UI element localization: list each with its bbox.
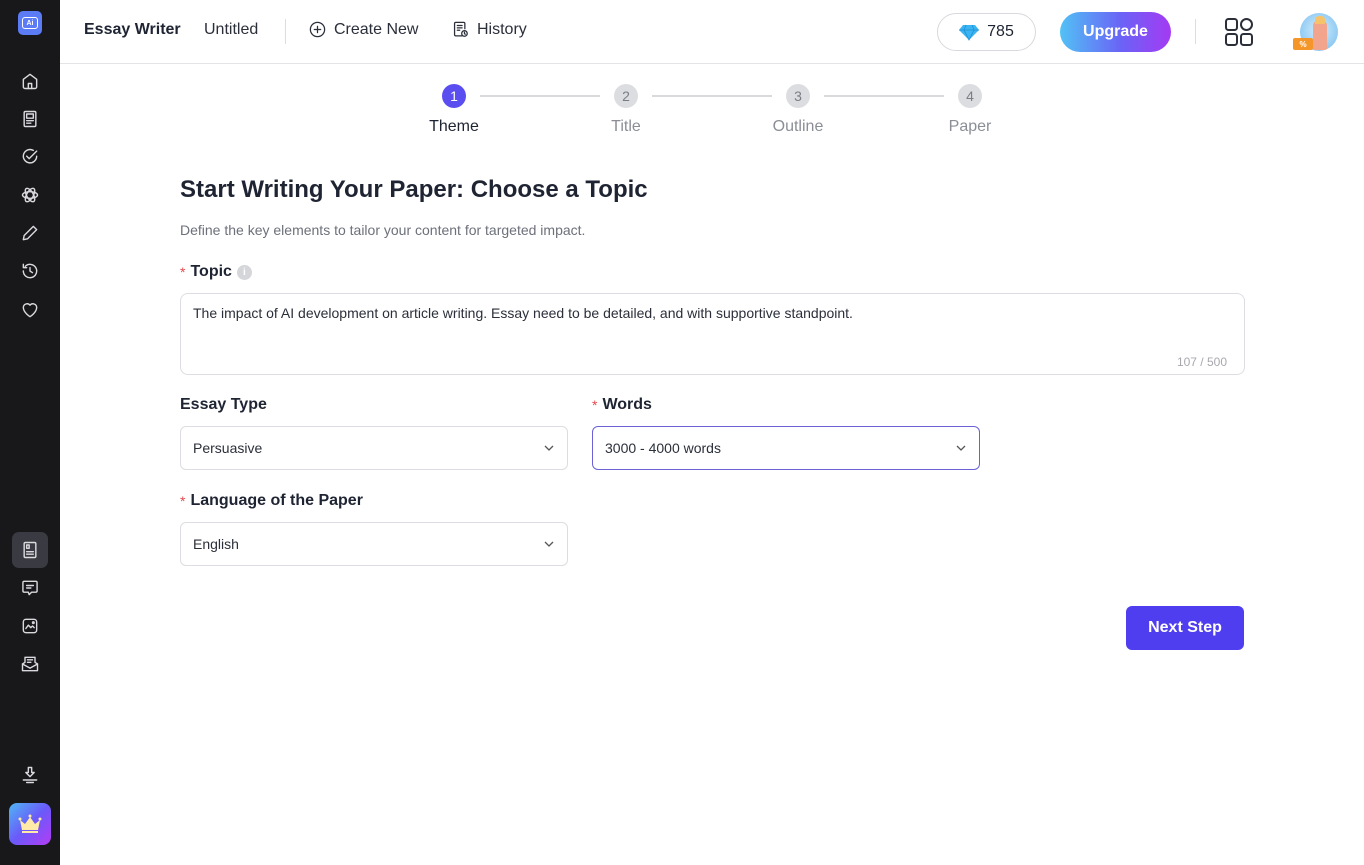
pencil-icon [22,225,38,241]
step-2-indicator[interactable]: 2 [614,84,638,108]
step-4-label: Paper [948,118,992,135]
chevron-down-icon [544,541,554,547]
logo-text: Ai [22,17,38,29]
step-1-label: Theme [429,118,479,135]
history-label: History [477,20,527,38]
chevron-down-icon [956,445,966,451]
sidebar-item-document[interactable] [12,101,48,137]
credits-count: 785 [987,23,1014,40]
sidebar-item-chat[interactable] [12,570,48,606]
words-select[interactable]: 3000 - 4000 words [592,426,980,470]
essay-type-select[interactable]: Persuasive [180,426,568,470]
topic-label: * Topic i [180,263,252,281]
sidebar-item-check[interactable] [12,139,48,175]
sidebar-item-essay-writer[interactable] [12,532,48,568]
essay-icon [23,541,37,559]
step-connector [480,95,600,97]
required-mark: * [180,264,186,280]
plus-circle-icon [309,21,326,38]
image-icon [22,618,38,634]
history-doc-icon [453,21,468,37]
next-step-button[interactable]: Next Step [1126,606,1244,650]
sidebar-item-history[interactable] [12,253,48,289]
create-new-button[interactable]: Create New [308,20,418,39]
page-subtitle: Define the key elements to tailor your c… [180,222,586,238]
language-label: * Language of the Paper [180,492,363,510]
diamond-icon [959,24,980,41]
create-new-label: Create New [334,20,419,38]
step-connector [652,95,772,97]
topic-textarea[interactable]: The impact of AI development on article … [180,293,1245,375]
home-icon [22,73,38,90]
top-bar: Essay Writer Untitled Create New History… [60,0,1364,64]
step-4-indicator[interactable]: 4 [958,84,982,108]
topic-value: The impact of AI development on article … [193,305,853,321]
crown-icon [18,814,42,833]
app-logo[interactable]: Ai [18,11,42,35]
essay-type-label-text: Essay Type [180,396,267,413]
step-3-label: Outline [772,118,824,135]
words-label-text: Words [602,396,652,413]
language-value: English [193,536,239,552]
sidebar-item-atom[interactable] [12,177,48,213]
info-icon[interactable]: i [236,264,252,280]
sidebar-item-pencil[interactable] [12,215,48,251]
history-button[interactable]: History [451,20,527,39]
language-select[interactable]: English [180,522,568,566]
sidebar-item-image[interactable] [12,608,48,644]
sidebar-item-favorites[interactable] [12,292,48,328]
step-1-indicator[interactable]: 1 [442,84,466,108]
essay-type-value: Persuasive [193,440,263,456]
required-mark: * [180,493,186,509]
check-circle-icon [22,148,38,164]
chevron-down-icon [544,445,554,451]
required-mark: * [592,397,598,413]
divider [285,19,286,44]
download-icon [22,766,38,784]
step-3-indicator[interactable]: 3 [786,84,810,108]
sidebar: Ai [0,0,60,865]
step-connector [824,95,944,97]
words-value: 3000 - 4000 words [605,440,721,456]
document-icon [23,110,37,128]
history-icon [22,263,38,279]
document-name[interactable]: Untitled [204,21,258,39]
promo-badge[interactable]: % [1293,38,1313,50]
chat-icon [22,580,38,596]
topic-label-text: Topic [190,263,232,280]
inbox-icon [21,656,39,672]
page-title: Start Writing Your Paper: Choose a Topic [180,176,648,203]
essay-type-label: Essay Type [180,396,267,414]
app-title: Essay Writer [84,21,181,38]
character-counter: 107 / 500 [1176,355,1227,369]
heart-icon [22,303,38,318]
step-2-label: Title [611,118,641,135]
divider [1195,19,1196,44]
download-app-button[interactable] [12,757,48,793]
credits-badge[interactable]: 785 [937,13,1036,51]
atom-icon [21,187,39,203]
sidebar-item-inbox[interactable] [12,646,48,682]
sidebar-item-home[interactable] [12,63,48,99]
premium-button[interactable] [9,803,51,845]
upgrade-button[interactable]: Upgrade [1060,12,1171,52]
language-label-text: Language of the Paper [190,492,363,509]
words-label: * Words [592,396,652,414]
apps-grid-icon[interactable] [1224,17,1254,47]
